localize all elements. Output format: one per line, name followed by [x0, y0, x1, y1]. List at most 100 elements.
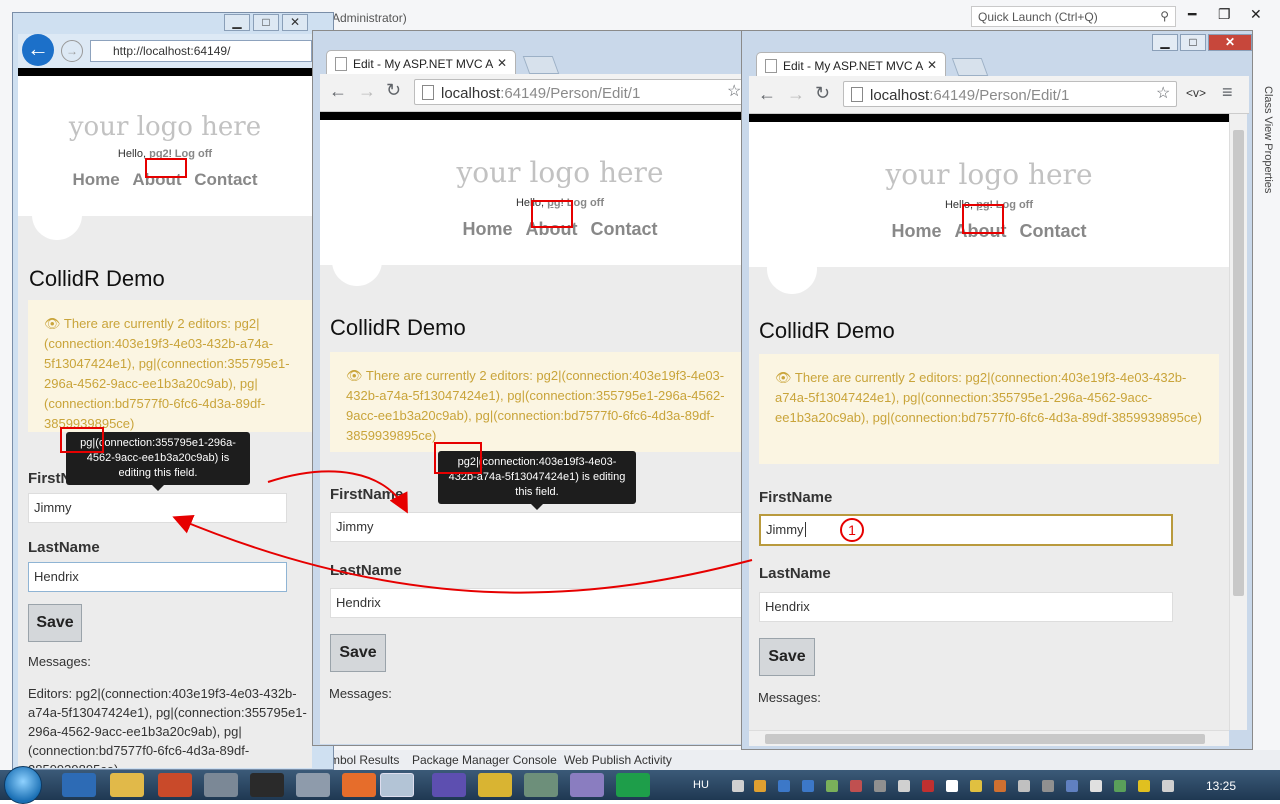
- horizontal-scrollbar[interactable]: [749, 730, 1229, 746]
- nav-contact[interactable]: Contact: [194, 170, 257, 189]
- tray-icon-14[interactable]: [1162, 780, 1174, 792]
- tray-icon-8[interactable]: [898, 780, 910, 792]
- bluetooth-icon[interactable]: [1066, 780, 1078, 792]
- minimize-icon[interactable]: ━: [1188, 6, 1196, 23]
- forward-arrow-icon[interactable]: →: [787, 84, 805, 105]
- vertical-scrollbar[interactable]: [1229, 114, 1247, 730]
- tray-icon-3[interactable]: [778, 780, 790, 792]
- ie-window-controls: ▁ □ ✕: [224, 14, 311, 31]
- tab-close-icon[interactable]: ✕: [497, 56, 507, 70]
- tray-icon-1[interactable]: [732, 780, 744, 792]
- app-taskbar-icon[interactable]: [432, 773, 466, 797]
- app3-taskbar-icon[interactable]: [524, 773, 558, 797]
- scrollbar-thumb[interactable]: [765, 734, 1205, 744]
- bookmark-star-icon[interactable]: ☆: [1156, 83, 1170, 103]
- page-heading: CollidR Demo: [330, 315, 466, 340]
- network-signal-icon[interactable]: [1090, 780, 1102, 792]
- tray-icon-12[interactable]: [1042, 780, 1054, 792]
- close-icon[interactable]: ✕: [1208, 34, 1252, 51]
- menu-icon[interactable]: ≡: [1222, 82, 1233, 103]
- restore-icon[interactable]: ❐: [1218, 6, 1231, 23]
- app5-taskbar-icon[interactable]: [616, 773, 650, 797]
- quick-launch-input[interactable]: Quick Launch (Ctrl+Q) ⚲: [971, 6, 1176, 27]
- close-icon[interactable]: ✕: [1250, 6, 1262, 23]
- ie-taskbar-icon[interactable]: [62, 773, 96, 797]
- tray-icon-6[interactable]: [850, 780, 862, 792]
- nav-home[interactable]: Home: [72, 170, 119, 189]
- first-name-input[interactable]: Jimmy: [759, 514, 1173, 546]
- reload-icon[interactable]: ↻: [815, 83, 830, 104]
- save-button[interactable]: Save: [28, 604, 82, 642]
- tray-icon-5[interactable]: [826, 780, 838, 792]
- lock-taskbar-icon[interactable]: [204, 773, 238, 797]
- chrome2-window-controls: ▁ □ ✕: [1152, 34, 1254, 51]
- page-icon: [335, 57, 347, 71]
- last-name-input[interactable]: Hendrix: [330, 588, 748, 618]
- back-arrow-icon[interactable]: ←: [22, 34, 54, 66]
- back-arrow-icon[interactable]: ←: [329, 81, 347, 102]
- close-icon[interactable]: ✕: [282, 14, 308, 31]
- tray-icon-7[interactable]: [874, 780, 886, 792]
- battery-icon[interactable]: [1114, 780, 1126, 792]
- back-arrow-icon[interactable]: ←: [758, 84, 776, 105]
- messages-label: Messages:: [329, 686, 392, 701]
- language-indicator[interactable]: HU: [693, 779, 709, 791]
- tray-icon-11[interactable]: [1018, 780, 1030, 792]
- tray-icon-9[interactable]: [922, 780, 934, 792]
- maximize-icon[interactable]: □: [253, 14, 279, 31]
- eye-icon: 👁: [775, 370, 792, 385]
- new-tab-button[interactable]: [951, 58, 989, 76]
- annotation-box-tooltip-ie: [60, 427, 104, 453]
- console-taskbar-icon[interactable]: [250, 773, 284, 797]
- app4-taskbar-icon[interactable]: [570, 773, 604, 797]
- taskbar-clock[interactable]: 13:25: [1206, 779, 1236, 793]
- nav-home[interactable]: Home: [891, 221, 941, 241]
- tray-icon-2[interactable]: [754, 780, 766, 792]
- eye-icon: 👁: [346, 368, 363, 383]
- bookmark-star-icon[interactable]: ☆: [727, 81, 741, 101]
- volume-icon[interactable]: [994, 780, 1006, 792]
- chrome1-tab[interactable]: Edit - My ASP.NET MVC A ✕: [326, 50, 516, 74]
- tab-web-publish-activity[interactable]: Web Publish Activity: [564, 753, 672, 767]
- ie-address-bar[interactable]: http://localhost:64149/: [90, 40, 312, 62]
- minimize-icon[interactable]: ▁: [224, 14, 250, 31]
- save-button[interactable]: Save: [330, 634, 386, 672]
- tray-icon-13[interactable]: [1138, 780, 1150, 792]
- tab-symbol-results[interactable]: mbol Results: [330, 753, 399, 767]
- nav-home[interactable]: Home: [462, 219, 512, 239]
- firefox-taskbar-icon[interactable]: [342, 773, 376, 797]
- chrome1-address-bar[interactable]: localhost:64149/Person/Edit/1: [414, 79, 750, 105]
- chrome2-tab[interactable]: Edit - My ASP.NET MVC A ✕: [756, 52, 946, 76]
- maximize-icon[interactable]: □: [1180, 34, 1206, 51]
- forward-arrow-icon[interactable]: →: [358, 81, 376, 102]
- last-name-label: LastName: [759, 565, 831, 582]
- vs-bottom-tabs: mbol Results Package Manager Console Web…: [320, 750, 1280, 770]
- first-name-input[interactable]: Jimmy: [28, 493, 287, 523]
- window-taskbar-icon[interactable]: [296, 773, 330, 797]
- last-name-input[interactable]: Hendrix: [759, 592, 1173, 622]
- tab-package-manager-console[interactable]: Package Manager Console: [412, 753, 557, 767]
- start-button-icon[interactable]: [4, 766, 42, 804]
- reload-icon[interactable]: ↻: [386, 80, 401, 101]
- flag-icon[interactable]: [946, 780, 958, 792]
- vs-side-tabs[interactable]: Class View Properties: [1256, 86, 1274, 226]
- new-tab-button[interactable]: [522, 56, 560, 74]
- scrollbar-thumb[interactable]: [1233, 130, 1244, 596]
- chrome-taskbar-icon[interactable]: [380, 773, 414, 797]
- media-taskbar-icon[interactable]: [158, 773, 192, 797]
- first-name-input[interactable]: Jimmy: [330, 512, 748, 542]
- forward-arrow-icon[interactable]: →: [61, 40, 83, 62]
- nav-contact[interactable]: Contact: [1020, 221, 1087, 241]
- nav-contact[interactable]: Contact: [591, 219, 658, 239]
- tab-close-icon[interactable]: ✕: [927, 58, 937, 72]
- developer-tools-icon[interactable]: <v>: [1186, 86, 1206, 100]
- chrome2-address-bar[interactable]: localhost:64149/Person/Edit/1: [843, 81, 1177, 107]
- app2-taskbar-icon[interactable]: [478, 773, 512, 797]
- minimize-icon[interactable]: ▁: [1152, 34, 1178, 51]
- tray-icon-10[interactable]: [970, 780, 982, 792]
- save-button[interactable]: Save: [759, 638, 815, 676]
- last-name-input[interactable]: Hendrix: [28, 562, 287, 592]
- folder-taskbar-icon[interactable]: [110, 773, 144, 797]
- tray-icon-4[interactable]: [802, 780, 814, 792]
- first-name-label: FirstName: [759, 489, 833, 506]
